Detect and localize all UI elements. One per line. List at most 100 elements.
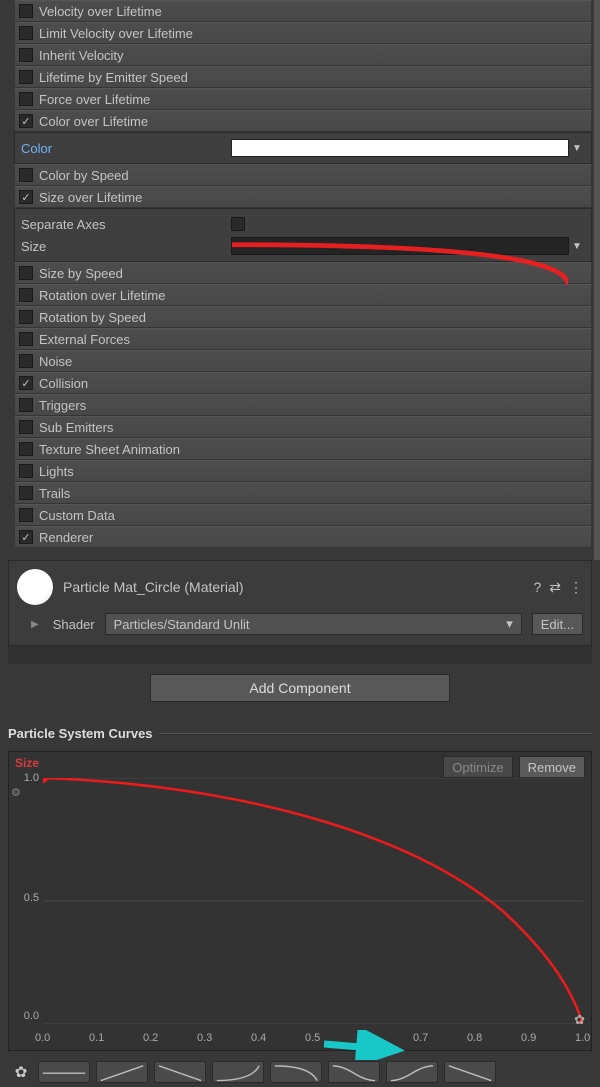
scrollbar[interactable] (594, 0, 600, 560)
curve-editor[interactable]: Size Optimize Remove 1.0 ⚙ 0.5 0.0 0.00.… (8, 751, 592, 1051)
module-list: Velocity over Lifetime Limit Velocity ove… (0, 0, 600, 548)
curve-preset-ease-in-out-down[interactable] (328, 1061, 380, 1083)
module-label: Limit Velocity over Lifetime (39, 26, 193, 41)
module-checkbox[interactable] (19, 288, 33, 302)
size-label: Size (21, 239, 231, 254)
module-checkbox[interactable] (19, 486, 33, 500)
curve-preset-ease-out[interactable] (270, 1061, 322, 1083)
module-lights[interactable]: Lights (14, 460, 592, 482)
module-triggers[interactable]: Triggers (14, 394, 592, 416)
module-color-by-speed[interactable]: Color by Speed (14, 164, 592, 186)
module-checkbox[interactable] (19, 398, 33, 412)
color-gradient-field[interactable] (231, 139, 569, 157)
chevron-down-icon[interactable]: ▼ (569, 143, 585, 154)
add-component-button[interactable]: Add Component (150, 674, 450, 702)
x-tick: 1.0 (575, 1032, 590, 1044)
separate-axes-label: Separate Axes (21, 217, 231, 232)
curve-preset-ease-in-out-up[interactable] (386, 1061, 438, 1083)
module-label: Force over Lifetime (39, 92, 150, 107)
module-label: Rotation over Lifetime (39, 288, 165, 303)
module-checkbox[interactable] (19, 4, 33, 18)
module-inherit-velocity[interactable]: Inherit Velocity (14, 44, 592, 66)
module-label: Texture Sheet Animation (39, 442, 180, 457)
color-label: Color (21, 141, 231, 156)
curve-preset-linear-down-2[interactable] (444, 1061, 496, 1083)
module-checkbox[interactable] (19, 530, 33, 544)
shader-label: Shader (53, 617, 95, 632)
curve-preset-linear-up[interactable] (96, 1061, 148, 1083)
module-rotation-by-speed[interactable]: Rotation by Speed (14, 306, 592, 328)
y-tick: 0.5 (9, 892, 39, 904)
module-checkbox[interactable] (19, 114, 33, 128)
module-size-over-lifetime[interactable]: Size over Lifetime (14, 186, 592, 208)
module-label: Rotation by Speed (39, 310, 146, 325)
preset-icon[interactable]: ⇄ (549, 579, 561, 596)
size-over-lifetime-panel: Separate Axes Size ▼ (14, 208, 592, 262)
size-curve-field[interactable] (231, 237, 569, 255)
module-lifetime-by-emitter-speed[interactable]: Lifetime by Emitter Speed (14, 66, 592, 88)
module-label: Noise (39, 354, 72, 369)
module-velocity-over-lifetime[interactable]: Velocity over Lifetime (14, 0, 592, 22)
module-limit-velocity-over-lifetime[interactable]: Limit Velocity over Lifetime (14, 22, 592, 44)
module-checkbox[interactable] (19, 26, 33, 40)
material-component: Particle Mat_Circle (Material) ? ⇄ ⋮ ▶ S… (8, 560, 592, 646)
module-checkbox[interactable] (19, 92, 33, 106)
module-checkbox[interactable] (19, 508, 33, 522)
x-tick: 0.7 (413, 1032, 428, 1044)
module-checkbox[interactable] (19, 266, 33, 280)
module-force-over-lifetime[interactable]: Force over Lifetime (14, 88, 592, 110)
curve-preset-linear-down[interactable] (154, 1061, 206, 1083)
edit-button[interactable]: Edit... (532, 613, 583, 635)
module-checkbox[interactable] (19, 376, 33, 390)
menu-icon[interactable]: ⋮ (569, 579, 583, 596)
module-texture-sheet-animation[interactable]: Texture Sheet Animation (14, 438, 592, 460)
separate-axes-checkbox[interactable] (231, 217, 245, 231)
module-external-forces[interactable]: External Forces (14, 328, 592, 350)
module-label: Collision (39, 376, 88, 391)
module-collision[interactable]: Collision (14, 372, 592, 394)
module-label: Color over Lifetime (39, 114, 148, 129)
module-label: Sub Emitters (39, 420, 113, 435)
module-noise[interactable]: Noise (14, 350, 592, 372)
foldout-icon[interactable]: ▶ (31, 619, 39, 630)
keyframe-handle-icon[interactable]: ⚙ (11, 786, 21, 799)
chevron-down-icon[interactable]: ▼ (569, 241, 585, 252)
module-checkbox[interactable] (19, 190, 33, 204)
x-tick: 0.2 (143, 1032, 158, 1044)
curves-title: Particle System Curves (8, 726, 153, 741)
module-label: Lifetime by Emitter Speed (39, 70, 188, 85)
curve-grid[interactable]: 1.0 ⚙ 0.5 0.0 0.00.10.20.30.40.50.60.70.… (43, 778, 583, 1024)
module-checkbox[interactable] (19, 310, 33, 324)
module-sub-emitters[interactable]: Sub Emitters (14, 416, 592, 438)
module-checkbox[interactable] (19, 464, 33, 478)
divider (159, 733, 592, 735)
remove-button[interactable]: Remove (519, 756, 585, 778)
color-over-lifetime-panel: Color ▼ (14, 132, 592, 164)
curve-preset-flat[interactable] (38, 1061, 90, 1083)
module-checkbox[interactable] (19, 354, 33, 368)
shader-value: Particles/Standard Unlit (114, 617, 250, 632)
module-trails[interactable]: Trails (14, 482, 592, 504)
curve-name-label: Size (15, 756, 39, 770)
module-label: Inherit Velocity (39, 48, 124, 63)
gear-icon[interactable]: ✿ (574, 1012, 585, 1028)
shader-dropdown[interactable]: Particles/Standard Unlit ▾ (105, 613, 522, 635)
material-title: Particle Mat_Circle (Material) (63, 579, 523, 595)
gear-icon[interactable]: ✿ (10, 1063, 32, 1081)
module-checkbox[interactable] (19, 442, 33, 456)
x-tick: 0.8 (467, 1032, 482, 1044)
module-checkbox[interactable] (19, 48, 33, 62)
help-icon[interactable]: ? (533, 579, 541, 596)
module-renderer[interactable]: Renderer (14, 526, 592, 548)
module-color-over-lifetime[interactable]: Color over Lifetime (14, 110, 592, 132)
module-checkbox[interactable] (19, 332, 33, 346)
module-checkbox[interactable] (19, 168, 33, 182)
module-label: Color by Speed (39, 168, 129, 183)
module-label: Trails (39, 486, 70, 501)
curve-preset-ease-in[interactable] (212, 1061, 264, 1083)
optimize-button[interactable]: Optimize (443, 756, 512, 778)
module-custom-data[interactable]: Custom Data (14, 504, 592, 526)
module-checkbox[interactable] (19, 420, 33, 434)
material-preview-icon[interactable] (17, 569, 53, 605)
module-checkbox[interactable] (19, 70, 33, 84)
